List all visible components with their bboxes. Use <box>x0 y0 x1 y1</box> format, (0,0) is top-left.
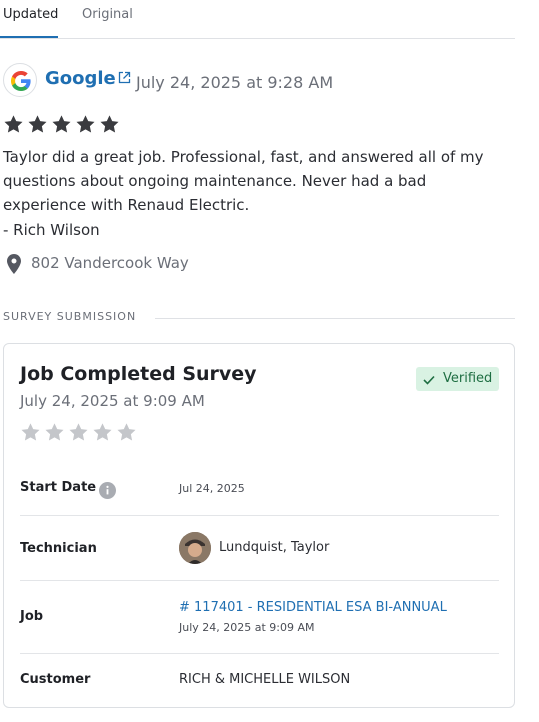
location-pin-icon <box>7 254 21 278</box>
review-header: Google July 24, 2025 at 9:28 AM <box>3 63 515 97</box>
star-empty-icon[interactable] <box>44 422 65 443</box>
google-logo-icon <box>3 63 37 97</box>
star-empty-icon[interactable] <box>116 422 137 443</box>
star-empty-icon[interactable] <box>20 422 41 443</box>
info-icon[interactable] <box>99 482 116 503</box>
survey-star-rating <box>20 422 137 443</box>
start-date-label: Start Date <box>20 480 97 495</box>
review-star-rating <box>3 114 120 135</box>
review-tabs: Updated Original <box>0 0 515 39</box>
job-label: Job <box>20 609 44 624</box>
job-link[interactable]: # 117401 - RESIDENTIAL ESA BI-ANNUAL <box>179 600 447 615</box>
review-author: - Rich Wilson <box>3 221 100 239</box>
row-divider <box>20 515 499 516</box>
survey-section-title: SURVEY SUBMISSION <box>3 310 137 323</box>
star-filled-icon <box>4 115 23 133</box>
review-date: July 24, 2025 at 9:28 AM <box>136 73 334 92</box>
row-divider <box>20 653 499 654</box>
customer-label: Customer <box>20 672 91 687</box>
active-tab-indicator <box>0 36 58 38</box>
star-empty-icon[interactable] <box>68 422 89 443</box>
tab-original[interactable]: Original <box>82 7 133 22</box>
verified-label: Verified <box>443 371 493 386</box>
job-date: July 24, 2025 at 9:09 AM <box>179 621 315 634</box>
star-filled-icon <box>28 115 47 133</box>
review-source-link[interactable]: Google <box>45 68 116 89</box>
verified-badge: Verified <box>416 367 499 391</box>
row-divider <box>20 580 499 581</box>
star-filled-icon <box>100 115 119 133</box>
technician-name: Lundquist, Taylor <box>219 540 330 555</box>
start-date-value: Jul 24, 2025 <box>179 482 245 495</box>
technician-avatar <box>179 532 211 564</box>
star-filled-icon <box>52 115 71 133</box>
star-empty-icon[interactable] <box>92 422 113 443</box>
customer-name: RICH & MICHELLE WILSON <box>179 672 351 687</box>
technician-label: Technician <box>20 541 97 556</box>
survey-title: Job Completed Survey <box>20 363 257 385</box>
review-location: 802 Vandercook Way <box>31 254 189 272</box>
section-divider <box>155 318 515 319</box>
review-text: Taylor did a great job. Professional, fa… <box>3 148 484 214</box>
checkmark-icon <box>423 374 435 389</box>
star-filled-icon <box>76 115 95 133</box>
external-link-icon[interactable] <box>118 69 131 88</box>
tab-updated[interactable]: Updated <box>3 7 58 22</box>
survey-date: July 24, 2025 at 9:09 AM <box>20 392 205 410</box>
survey-card: Job Completed Survey July 24, 2025 at 9:… <box>3 343 515 708</box>
